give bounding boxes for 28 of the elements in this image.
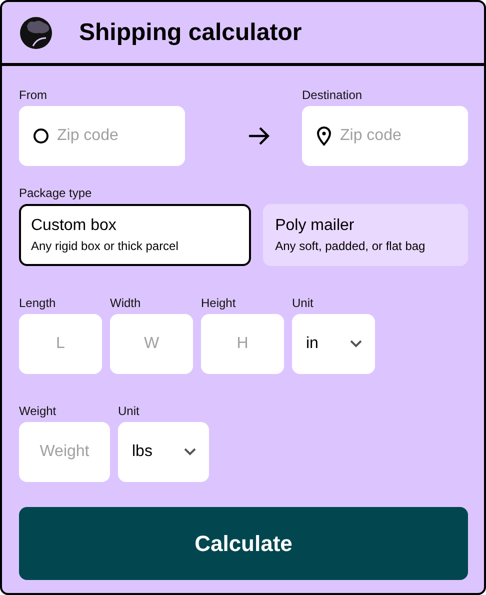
unit-dropdown[interactable]: lbs: [118, 422, 209, 482]
field-label: Destination: [302, 88, 362, 102]
option-title: Custom box: [31, 217, 118, 235]
chevron-down-icon: [184, 448, 196, 456]
option-description: Any rigid box or thick parcel: [31, 239, 180, 253]
unit-dropdown[interactable]: in: [292, 314, 375, 374]
destination-zip-field[interactable]: Zip code: [302, 106, 468, 166]
calculate-button[interactable]: Calculate: [19, 507, 468, 580]
field-label: From: [19, 88, 47, 102]
field-label: Height: [201, 296, 236, 310]
field-label: Weight: [19, 404, 56, 418]
package-option[interactable]: Poly mailer Any soft, padded, or flat bag: [263, 204, 468, 266]
number-field[interactable]: H: [201, 314, 284, 374]
chevron-down-icon: [350, 340, 362, 348]
page-title: Shipping calculator: [79, 18, 302, 46]
arrow-right-icon: [248, 126, 270, 146]
field-label: Width: [110, 296, 141, 310]
number-field[interactable]: L: [19, 314, 102, 374]
option-description: Any soft, padded, or flat bag: [275, 239, 426, 253]
field-label: Length: [19, 296, 56, 310]
number-field[interactable]: W: [110, 314, 193, 374]
field-label: Package type: [19, 186, 93, 200]
field-label: Unit: [118, 404, 140, 418]
field-label: Unit: [292, 296, 314, 310]
option-title: Poly mailer: [275, 217, 356, 235]
package-option[interactable]: Custom box Any rigid box or thick parcel: [19, 204, 252, 266]
origin-zip-field[interactable]: Zip code: [19, 106, 185, 166]
number-field[interactable]: Weight: [19, 422, 110, 482]
